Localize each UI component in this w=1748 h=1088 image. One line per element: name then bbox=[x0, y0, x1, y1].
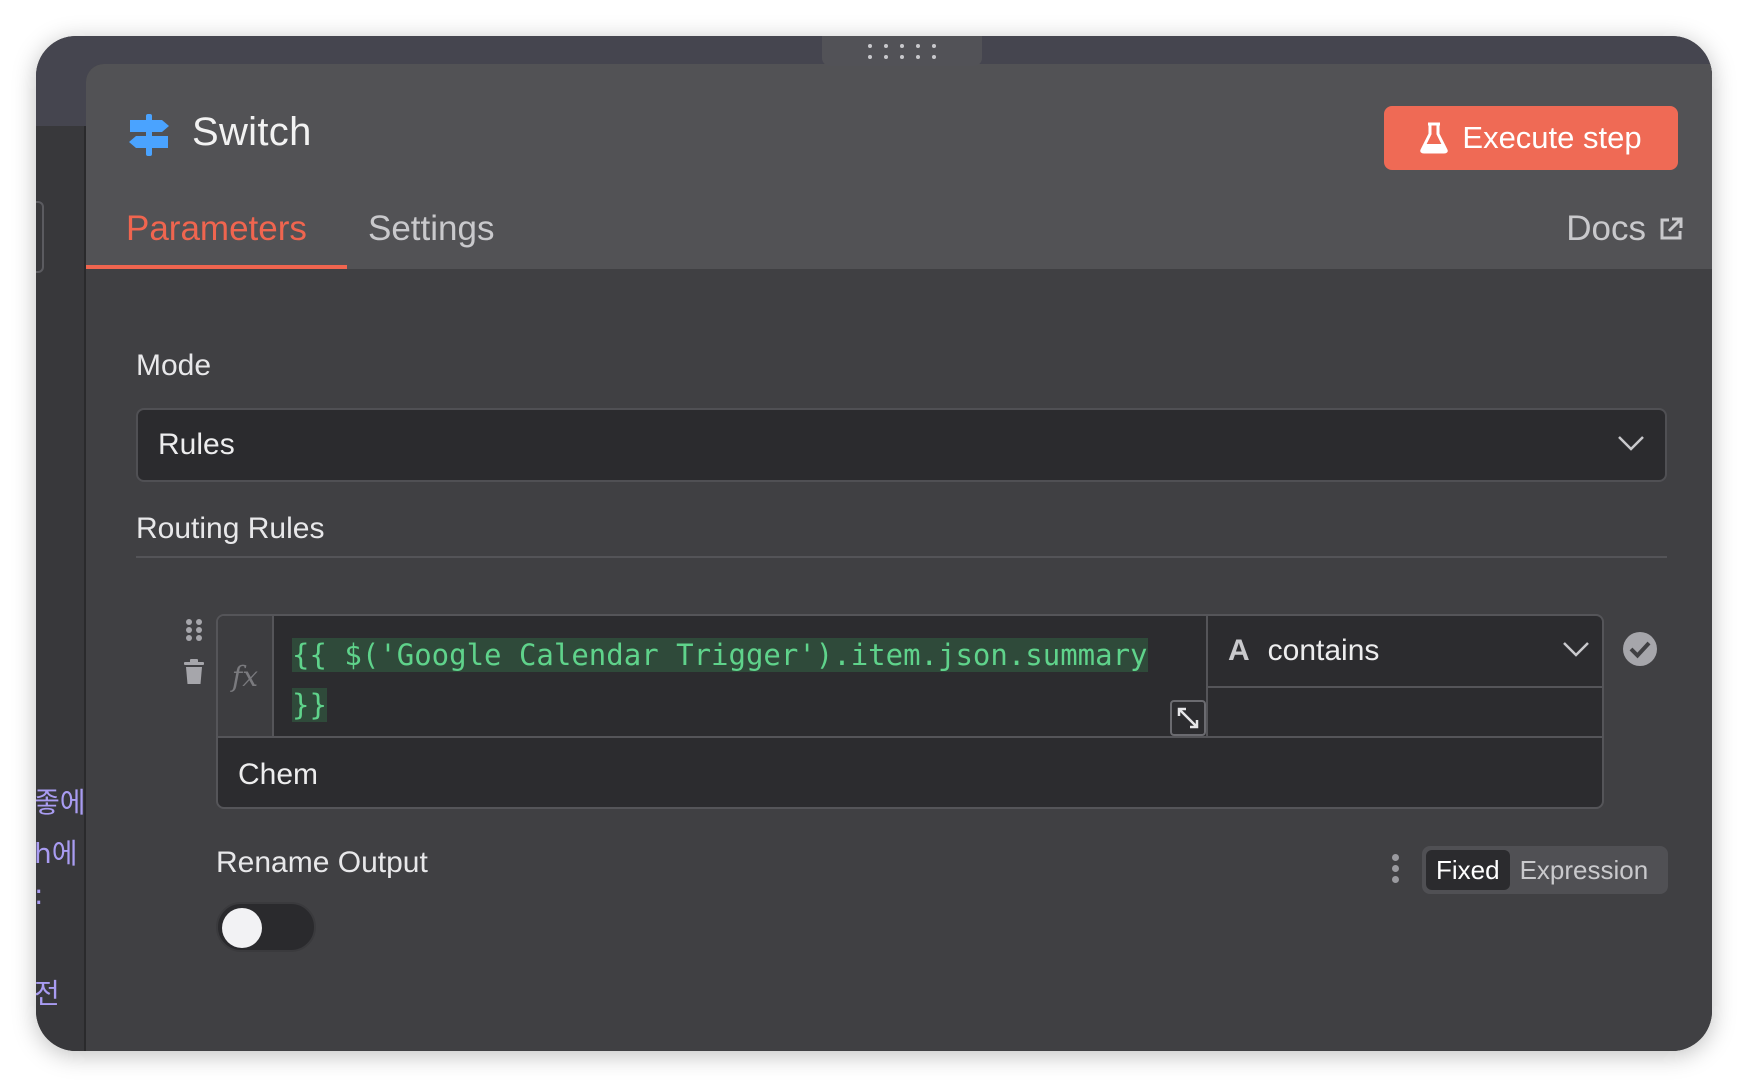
trash-icon[interactable] bbox=[182, 658, 206, 686]
expression-line: }} bbox=[292, 688, 327, 722]
routing-rule-card: fx {{ $('Google Calendar Trigger').item.… bbox=[216, 614, 1604, 809]
background-text: : bbox=[36, 878, 43, 911]
toggle-knob bbox=[222, 908, 262, 948]
tab-parameters[interactable]: Parameters bbox=[86, 194, 347, 269]
comparison-value: Chem bbox=[238, 757, 319, 791]
panel-tabs: Parameters Settings Docs bbox=[86, 194, 1712, 269]
routing-rules-label: Routing Rules bbox=[136, 512, 325, 545]
execute-step-button[interactable]: Execute step bbox=[1384, 106, 1678, 170]
node-details-panel: Switch Execute step Parameters Settings … bbox=[86, 64, 1712, 1051]
string-type-icon: A bbox=[1228, 634, 1250, 667]
operator-select[interactable]: A contains bbox=[1208, 616, 1602, 688]
canvas-edge-tab bbox=[36, 201, 44, 273]
drag-handle-icon[interactable] bbox=[185, 618, 203, 642]
fixed-expression-toggle: Fixed Expression bbox=[1422, 846, 1668, 894]
expression-option[interactable]: Expression bbox=[1510, 850, 1659, 890]
docs-link[interactable]: Docs bbox=[1566, 194, 1684, 264]
rename-output-label: Rename Output bbox=[216, 846, 428, 879]
section-divider bbox=[136, 556, 1667, 558]
external-link-icon bbox=[1660, 217, 1683, 240]
execute-step-label: Execute step bbox=[1462, 120, 1642, 155]
rename-output-toggle[interactable] bbox=[216, 902, 316, 952]
docs-label: Docs bbox=[1566, 209, 1646, 248]
signpost-icon bbox=[129, 114, 169, 156]
more-options-icon[interactable] bbox=[1392, 854, 1400, 887]
expression-line: {{ $('Google Calendar Trigger').item.jso… bbox=[292, 638, 1148, 672]
mode-value: Rules bbox=[158, 428, 235, 461]
chevron-down-icon bbox=[1618, 436, 1644, 451]
node-title: Switch bbox=[192, 110, 312, 154]
background-text: 좋에 bbox=[36, 786, 86, 819]
grip-dots-icon bbox=[866, 42, 938, 61]
rule-tools bbox=[182, 618, 210, 686]
condition-expression-input[interactable]: {{ $('Google Calendar Trigger').item.jso… bbox=[274, 616, 1208, 736]
mode-select[interactable]: Rules bbox=[136, 408, 1667, 482]
tab-settings[interactable]: Settings bbox=[328, 194, 534, 269]
flask-icon bbox=[1420, 122, 1449, 154]
operator-extra-field[interactable] bbox=[1208, 688, 1602, 736]
fixed-option[interactable]: Fixed bbox=[1426, 850, 1510, 890]
panel-drag-handle[interactable] bbox=[822, 36, 982, 66]
background-canvas-strip: 좋에 h에 : 전 bbox=[36, 126, 86, 1051]
expression-fx-badge: fx bbox=[218, 616, 274, 736]
mode-label: Mode bbox=[136, 349, 212, 382]
app-window: 좋에 h에 : 전 Switch Execute step Parameters… bbox=[36, 36, 1712, 1051]
expand-icon bbox=[1177, 707, 1199, 729]
background-text: 전 bbox=[36, 977, 60, 1010]
comparison-value-input[interactable]: Chem bbox=[218, 736, 1602, 807]
expand-editor-button[interactable] bbox=[1170, 700, 1206, 736]
background-text: h에 bbox=[36, 837, 78, 870]
check-circle-icon[interactable] bbox=[1622, 631, 1658, 667]
operator-value: contains bbox=[1267, 634, 1380, 667]
chevron-down-icon bbox=[1563, 642, 1589, 657]
panel-header: Switch Execute step Parameters Settings … bbox=[86, 64, 1712, 269]
